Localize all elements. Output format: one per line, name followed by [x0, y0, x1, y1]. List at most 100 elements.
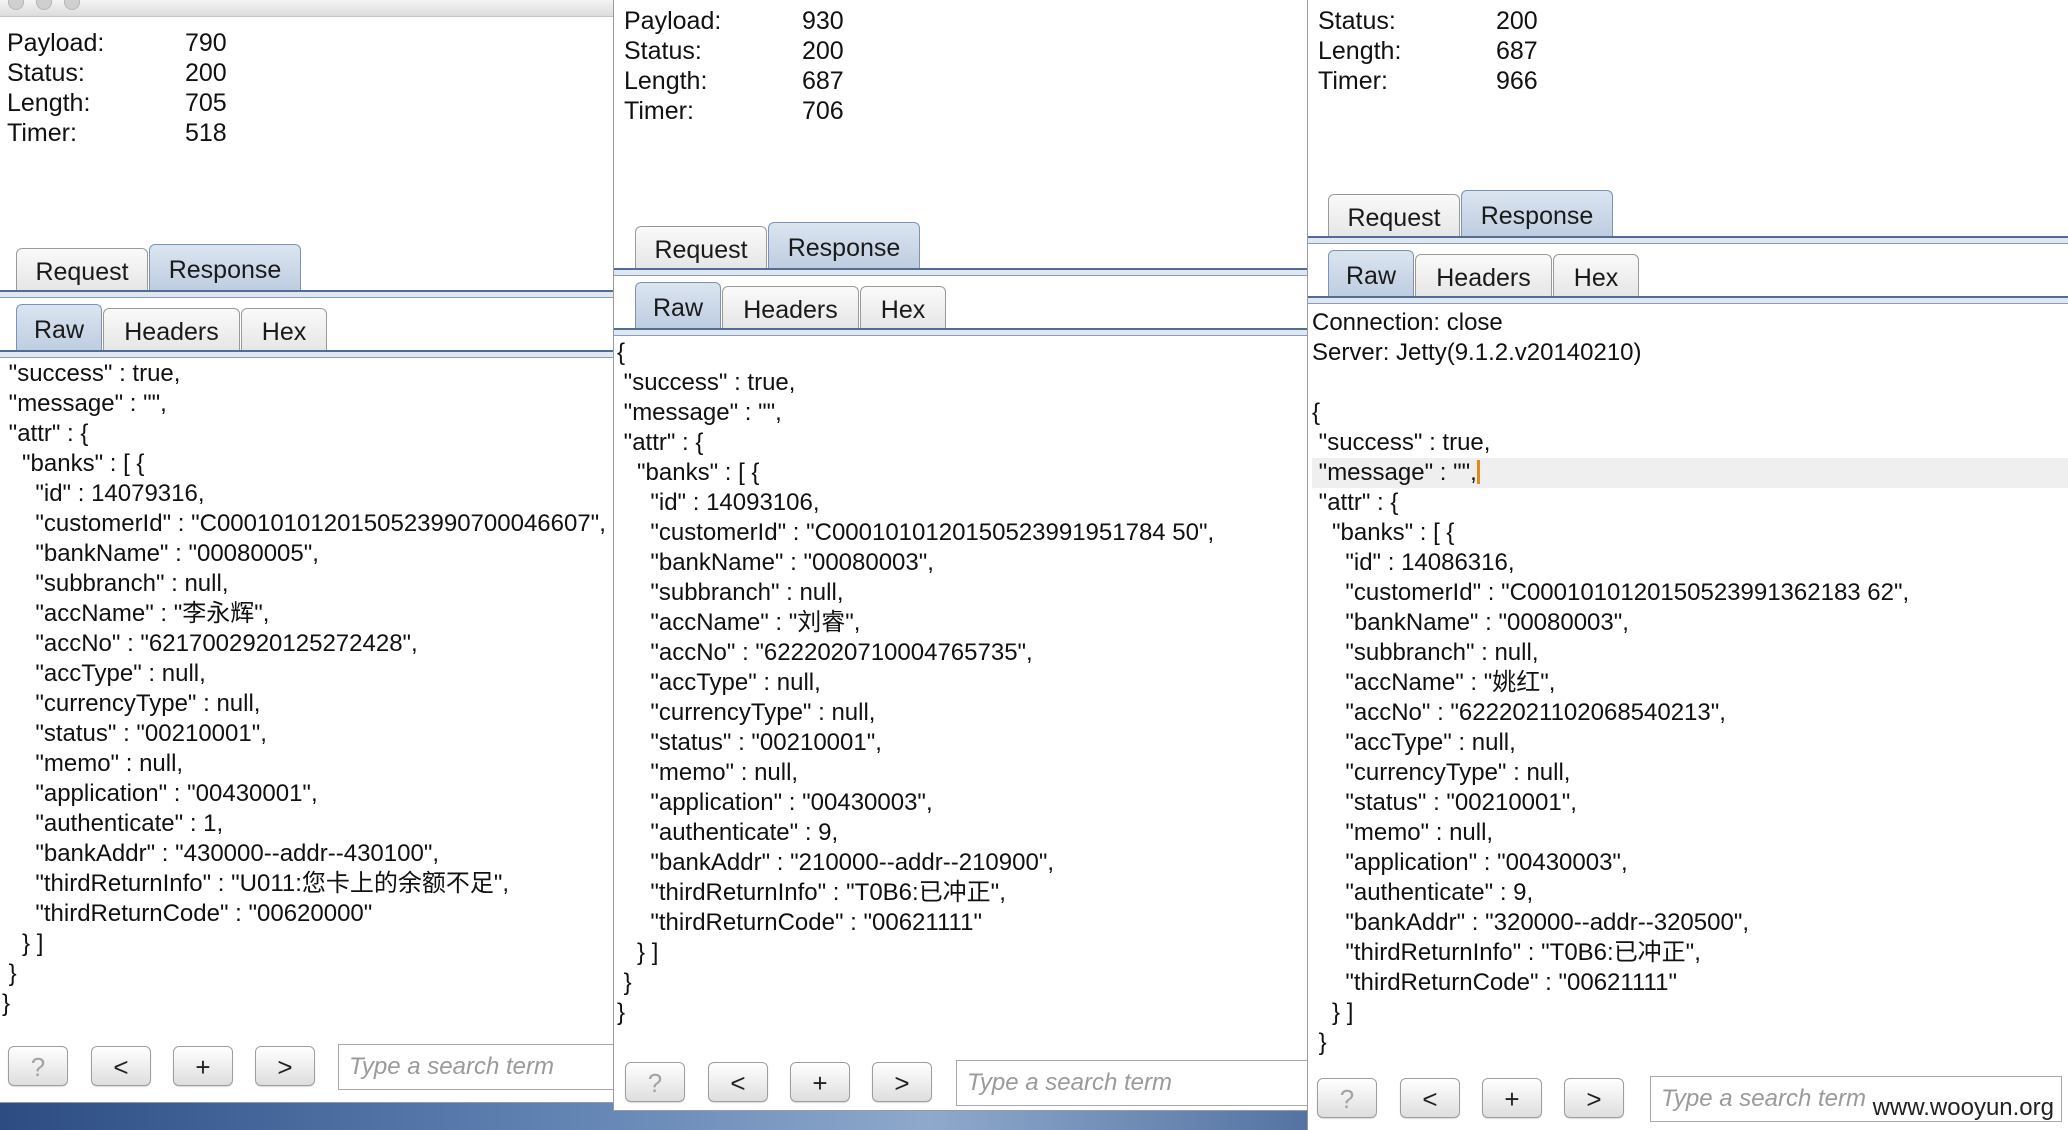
body-line: "authenticate" : 9, [617, 819, 839, 846]
intruder-result-window-1: Payload: 790 Status: 200 Length: 705 Timer:… [0, 0, 614, 1102]
response-body-text[interactable]: Connection: close Server: Jetty(9.1.2.v20… [1308, 308, 2068, 1062]
add-button[interactable]: + [1482, 1078, 1542, 1118]
help-button[interactable]: ? [8, 1046, 68, 1086]
add-button[interactable]: + [790, 1062, 850, 1102]
body-line: "memo" : null, [2, 750, 184, 777]
next-match-button[interactable]: > [255, 1046, 315, 1086]
help-button[interactable]: ? [625, 1062, 685, 1102]
meta-key: Length: [624, 67, 708, 95]
body-line [1312, 368, 2068, 398]
result-meta: Payload: 790 Status: 200 Length: 705 Timer:… [7, 28, 227, 148]
previous-match-button[interactable]: < [91, 1046, 151, 1086]
tab-raw[interactable]: Raw [635, 282, 721, 332]
tab-hex[interactable]: Hex [241, 308, 327, 354]
request-response-tabbar: Request Response [0, 244, 614, 298]
tab-hex[interactable]: Hex [1553, 254, 1639, 300]
response-body-text[interactable]: { "success" : true, "message" : "", "att… [614, 338, 1308, 1034]
tabbar-divider [614, 268, 1308, 276]
meta-value: 518 [185, 119, 227, 147]
body-line: "thirdReturnCode" : "00620000" [2, 900, 373, 927]
previous-match-button[interactable]: < [1400, 1078, 1460, 1118]
search-toolbar: ? < + > [614, 1056, 1308, 1110]
body-line: "accNo" : "6222020710004765735", [617, 639, 1033, 666]
intruder-result-window-3: Status: 200 Length: 687 Timer: 966 Request … [1308, 0, 2068, 1130]
zoom-window-icon[interactable] [64, 0, 80, 10]
meta-key: Payload: [624, 7, 722, 35]
tabbar-divider [0, 290, 614, 298]
tab-request[interactable]: Request [1328, 194, 1460, 240]
body-line: } [1312, 1029, 1327, 1056]
meta-key: Timer: [624, 97, 694, 125]
tab-response[interactable]: Response [149, 244, 301, 294]
body-line: "bankAddr" : "320000--addr--320500", [1312, 909, 1750, 936]
tab-headers[interactable]: Headers [722, 286, 859, 332]
body-line: "subbranch" : null, [1312, 639, 1539, 666]
tab-headers[interactable]: Headers [103, 308, 240, 354]
body-line: "currencyType" : null, [617, 699, 876, 726]
body-line: "application" : "00430003", [617, 789, 933, 816]
body-line: "attr" : { [1312, 489, 1399, 516]
view-mode-tabbar: Raw Headers Hex [1308, 250, 2068, 304]
tab-raw[interactable]: Raw [1328, 250, 1414, 300]
minimize-window-icon[interactable] [36, 0, 52, 10]
body-line: "banks" : [ { [1312, 519, 1455, 546]
body-line: "message" : "", [1312, 458, 2068, 488]
body-line: "thirdReturnInfo" : "T0B6:已冲正", [1312, 939, 1701, 966]
body-line: "status" : "00210001", [2, 720, 267, 747]
meta-key: Timer: [7, 119, 77, 147]
body-line: "bankAddr" : "210000--addr--210900", [617, 849, 1055, 876]
body-line: "authenticate" : 9, [1312, 879, 1534, 906]
request-response-tabbar: Request Response [1308, 190, 2068, 244]
body-line: "accType" : null, [617, 669, 821, 696]
tab-request[interactable]: Request [635, 226, 767, 272]
tabbar-divider [1308, 236, 2068, 244]
previous-match-button[interactable]: < [708, 1062, 768, 1102]
add-button[interactable]: + [173, 1046, 233, 1086]
tab-hex[interactable]: Hex [860, 286, 946, 332]
body-line: "accType" : null, [1312, 729, 1516, 756]
body-line: "subbranch" : null, [617, 579, 844, 606]
body-line: Server: Jetty(9.1.2.v20140210) [1312, 339, 1642, 366]
body-line: } ] [2, 930, 44, 957]
response-body-text[interactable]: "success" : true, "message" : "", "attr"… [0, 359, 614, 1023]
help-button[interactable]: ? [1317, 1078, 1377, 1118]
body-line: "currencyType" : null, [1312, 759, 1571, 786]
body-line: "thirdReturnCode" : "00621111" [1312, 969, 1677, 996]
meta-value: 705 [185, 89, 227, 117]
body-line: "thirdReturnInfo" : "T0B6:已冲正", [617, 879, 1006, 906]
view-mode-tabbar: Raw Headers Hex [614, 282, 1308, 336]
tab-request[interactable]: Request [16, 248, 148, 294]
close-window-icon[interactable] [8, 0, 24, 10]
meta-value: 200 [802, 37, 844, 65]
meta-row-status: Status: 200 [1318, 6, 1538, 36]
tab-raw[interactable]: Raw [16, 304, 102, 354]
body-line: "accType" : null, [2, 660, 206, 687]
tabbar-divider [1308, 296, 2068, 304]
body-line: "memo" : null, [1312, 819, 1494, 846]
meta-key: Payload: [7, 29, 105, 57]
tab-response[interactable]: Response [768, 222, 920, 272]
tab-response[interactable]: Response [1461, 190, 1613, 240]
meta-value: 706 [802, 97, 844, 125]
window-title-bar[interactable] [0, 0, 614, 17]
tabbar-divider [614, 328, 1308, 336]
tabbar-divider [0, 350, 614, 358]
meta-key: Status: [1318, 7, 1396, 35]
body-line: "authenticate" : 1, [2, 810, 224, 837]
search-toolbar: ? < + > [0, 1040, 614, 1098]
text-cursor [1476, 460, 1480, 484]
next-match-button[interactable]: > [1564, 1078, 1624, 1118]
meta-row-length: Length: 687 [1318, 36, 1538, 66]
result-meta: Status: 200 Length: 687 Timer: 966 [1318, 6, 1538, 96]
tab-headers[interactable]: Headers [1415, 254, 1552, 300]
body-line: "subbranch" : null, [2, 570, 229, 597]
view-mode-tabbar: Raw Headers Hex [0, 304, 614, 358]
search-input[interactable] [956, 1060, 1308, 1106]
body-line: "accName" : "刘睿", [617, 609, 861, 636]
body-line: { [1312, 399, 1321, 426]
meta-key: Timer: [1318, 67, 1388, 95]
search-input[interactable] [338, 1044, 614, 1090]
body-line: "customerId" : "C00010101201505239919517… [617, 519, 1215, 546]
meta-key: Status: [7, 59, 85, 87]
next-match-button[interactable]: > [872, 1062, 932, 1102]
